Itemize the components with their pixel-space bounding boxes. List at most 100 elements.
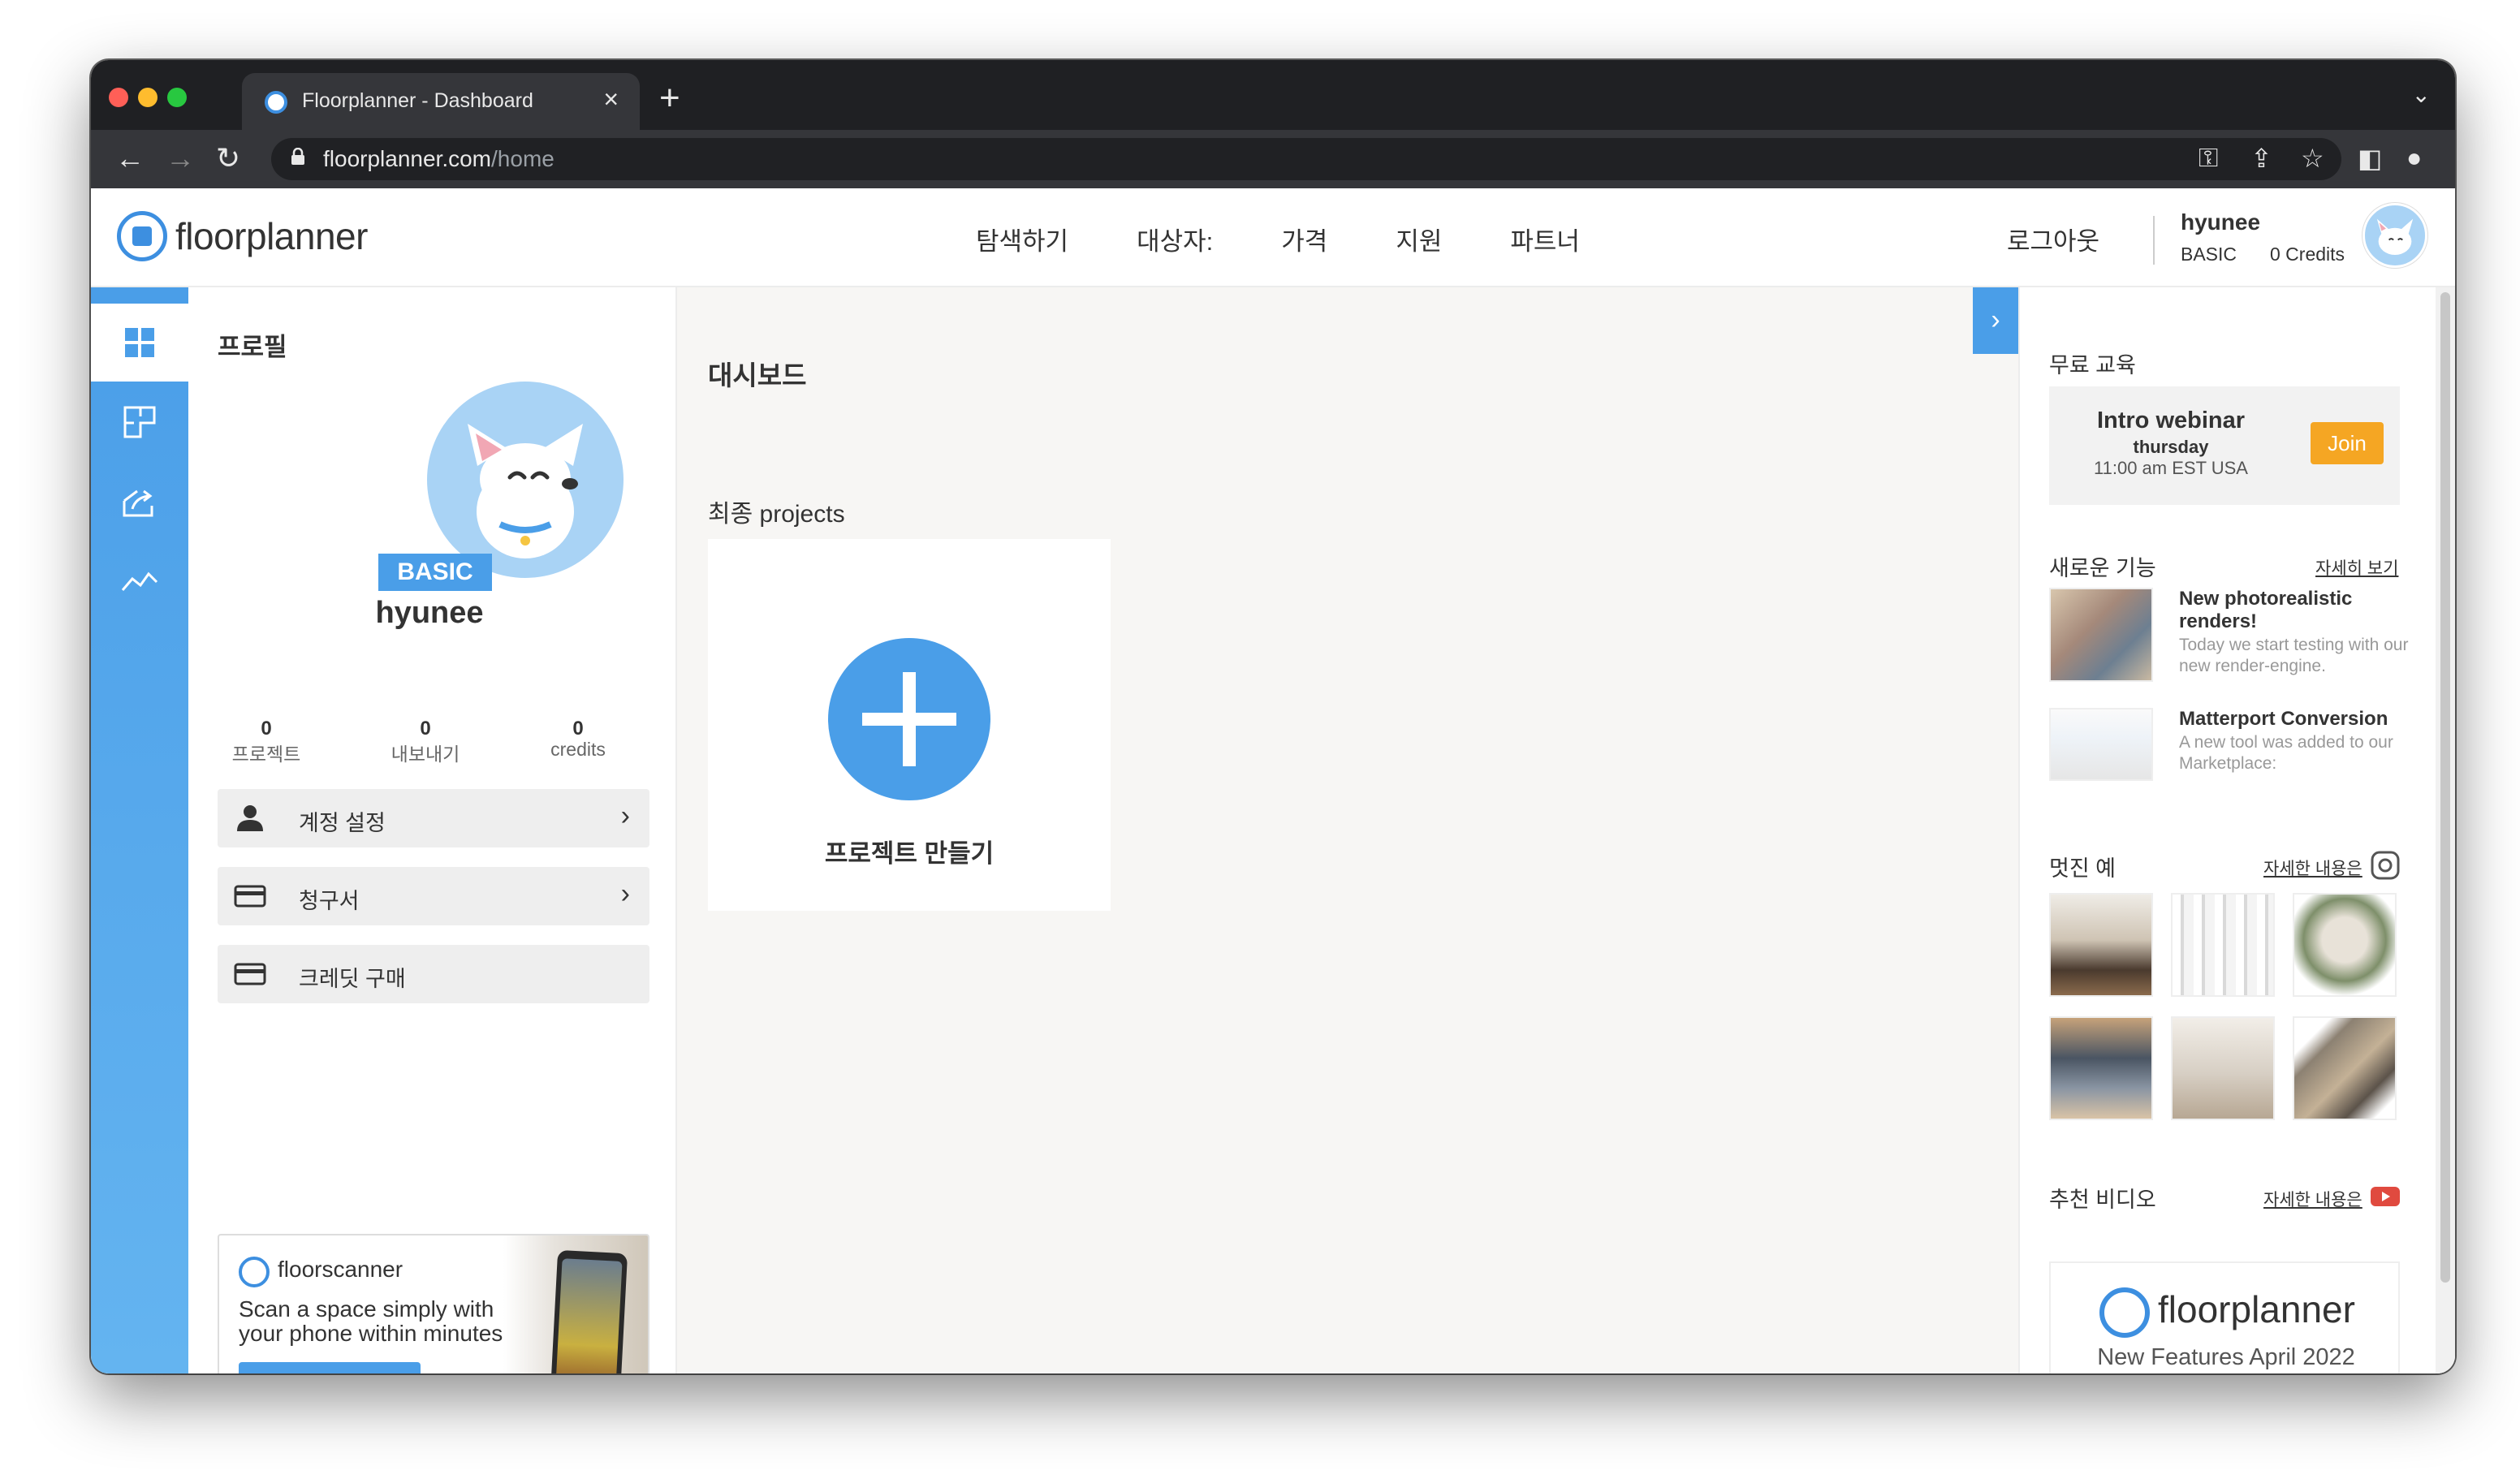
nav-explore[interactable]: 탐색하기 [976,221,1068,257]
share-icon[interactable]: ⇪ [2250,143,2272,174]
site-header: floorplanner 탐색하기 대상자: 가격 지원 파트너 로그아웃 hy… [91,188,2455,287]
account-settings-button[interactable]: 계정 설정 › [218,789,649,847]
floorscanner-promo: floorscanner Scan a space simply with yo… [218,1234,649,1373]
feature-desc: A new tool was added to our Marketplace: [2179,733,2393,773]
video-card[interactable]: floorplanner New Features April 2022 [2049,1261,2400,1373]
profile-panel: 프로필 BASIC hyunee 0 프로젝트 0 내보내기 0 credits… [188,287,677,1373]
stat-credits: 0 credits [513,718,643,761]
header-user-name[interactable]: hyunee [2181,209,2260,235]
minimize-window-button[interactable] [138,88,158,107]
bookmark-star-icon[interactable]: ☆ [2301,143,2324,174]
example-thumbnail[interactable] [2293,893,2397,997]
feature-thumbnail[interactable] [2049,708,2153,781]
profile-title: 프로필 [218,333,287,361]
header-user-plan: BASIC [2181,244,2237,265]
browser-window: Floorplanner - Dashboard × + ⌄ ← → ↻ flo… [91,60,2455,1373]
browser-tab[interactable]: Floorplanner - Dashboard × [242,73,640,130]
plan-badge: BASIC [378,554,492,591]
nav-audience[interactable]: 대상자: [1137,221,1213,257]
rail-shared[interactable] [91,463,188,541]
app-store-button[interactable]: Go to App Store [239,1362,421,1373]
chevron-right-icon: › [620,878,630,909]
new-project-label: 프로젝트 만들기 [824,839,995,868]
examples-more-link[interactable]: 자세한 내용은 [2263,856,2362,880]
youtube-icon[interactable] [2369,1185,2401,1208]
profile-avatar[interactable] [427,382,624,578]
features-more-link[interactable]: 자세히 보기 [2315,555,2398,580]
share-house-icon [123,489,153,517]
join-button[interactable]: Join [2311,422,2384,464]
example-thumbnail[interactable] [2171,893,2275,997]
instagram-icon[interactable] [2369,849,2401,882]
stat-label: 프로젝트 [231,744,301,765]
side-panel-icon[interactable]: ◧ [2358,143,2382,174]
recent-projects-label: 최종 projects [708,501,845,528]
rail-dashboard[interactable] [91,304,188,382]
stat-value: 0 [420,718,431,740]
phone-image [549,1249,628,1373]
credit-card-icon [234,963,266,985]
webinar-title: Intro webinar [2096,407,2246,433]
example-thumbnail[interactable] [2049,1016,2153,1120]
profile-icon[interactable]: ● [2406,143,2422,173]
key-icon[interactable]: ⚿ [2199,143,2218,174]
webinar-time: 11:00 am EST USA [2094,458,2248,478]
menu-kebab-icon[interactable]: ⋮ [2449,143,2455,174]
example-thumbnail[interactable] [2049,893,2153,997]
buy-credits-button[interactable]: 크레딧 구매 [218,945,649,1003]
features-title: 새로운 기능 [2049,556,2156,580]
tab-search-chevron-icon[interactable]: ⌄ [2412,81,2431,108]
stat-value: 0 [261,718,272,740]
avatar[interactable] [2362,203,2427,268]
back-icon[interactable]: ← [115,141,145,175]
address-bar[interactable]: floorplanner.com/home [271,138,2341,180]
billing-button[interactable]: 청구서 › [218,867,649,925]
video-subtitle: New Features April 2022 [2097,1344,2355,1370]
header-divider [2153,216,2155,265]
profile-name: hyunee [375,596,484,630]
feature-desc: Today we start testing with our new rend… [2179,636,2409,675]
feature-title[interactable]: Matterport Conversion [2179,708,2414,731]
stat-exports: 0 내보내기 [360,718,490,766]
promo-text: Scan a space simply with your phone with… [239,1296,503,1346]
menu-label: 크레딧 구매 [299,967,406,991]
feature-thumbnail[interactable] [2049,588,2153,682]
maximize-window-button[interactable] [167,88,187,107]
lock-icon [291,148,304,165]
logout-link[interactable]: 로그아웃 [2007,221,2099,257]
reload-icon[interactable]: ↻ [216,141,240,175]
stat-value: 0 [572,718,584,740]
brand-name[interactable]: floorplanner [175,214,368,258]
feature-title[interactable]: New photorealistic renders! [2179,588,2414,633]
nav-support[interactable]: 지원 [1396,221,1442,257]
trend-chart-icon [121,571,158,591]
floorplanner-logo-icon[interactable] [117,211,167,261]
webinar-card: Intro webinar thursday 11:00 am EST USA … [2049,386,2400,505]
example-thumbnail[interactable] [2293,1016,2397,1120]
promo-brand: floorscanner [278,1257,403,1282]
dashboard-title: 대시보드 [708,360,807,390]
chevron-right-icon: › [620,800,630,831]
right-panel: 무료 교육 Intro webinar thursday 11:00 am ES… [2018,287,2455,1373]
floorscanner-logo-icon [239,1257,270,1287]
dog-avatar-icon [468,424,583,558]
forward-icon[interactable]: → [166,141,195,175]
url-text: floorplanner.com/home [323,146,554,171]
nav-partners[interactable]: 파트너 [1510,221,1580,257]
floorplanner-logo-icon [2099,1287,2150,1338]
nav-pricing[interactable]: 가격 [1281,221,1327,257]
example-thumbnail[interactable] [2171,1016,2275,1120]
rail-stats[interactable] [91,542,188,620]
videos-more-link[interactable]: 자세한 내용은 [2263,1187,2362,1211]
new-tab-button[interactable]: + [659,78,680,119]
close-window-button[interactable] [109,88,128,107]
scrollbar-thumb[interactable] [2440,292,2450,1283]
collapse-panel-button[interactable]: › [1973,287,2018,354]
menu-label: 계정 설정 [299,811,386,835]
dashboard-grid-icon [125,328,154,357]
right-panel-scrollbar[interactable] [2436,287,2455,1373]
menu-label: 청구서 [299,889,360,913]
rail-projects[interactable] [91,383,188,461]
new-project-card[interactable]: 프로젝트 만들기 [708,539,1111,911]
close-tab-icon[interactable]: × [603,84,619,114]
